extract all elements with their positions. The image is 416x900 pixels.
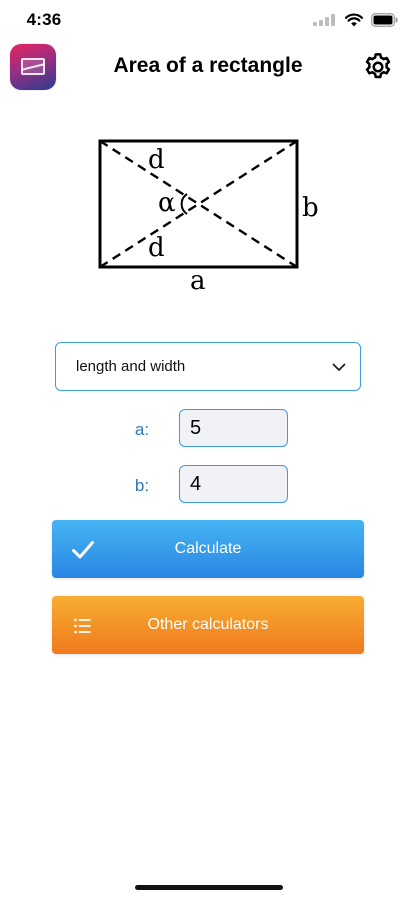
other-calculators-button-label: Other calculators <box>147 616 269 633</box>
status-time: 4:36 <box>26 10 62 29</box>
gear-icon <box>365 53 391 79</box>
status-icons <box>313 12 398 28</box>
side-a-field-label: a: <box>134 420 150 439</box>
calculate-button-label: Calculate <box>174 540 242 557</box>
rectangle-app-icon <box>10 44 56 90</box>
calculation-mode-value: length and width <box>76 358 186 375</box>
settings-button[interactable] <box>362 51 394 83</box>
screen: 4:36 Area of a rectangle d α d b a lengt… <box>0 0 416 900</box>
diagonal-label-bottom: d <box>148 233 165 263</box>
side-a-input[interactable] <box>179 409 288 447</box>
diagonal-label-top: d <box>148 145 165 175</box>
home-indicator[interactable] <box>135 885 283 890</box>
battery-icon <box>371 13 398 27</box>
chevron-down-icon <box>332 363 346 371</box>
rectangle-diagram: d α d b a <box>80 130 340 300</box>
side-b-field-label: b: <box>134 476 150 495</box>
side-a-label: a <box>190 266 206 296</box>
calculate-button[interactable]: Calculate <box>52 520 364 578</box>
side-b-label: b <box>302 193 319 223</box>
cellular-signal-icon <box>313 14 335 26</box>
other-calculators-button[interactable]: Other calculators <box>52 596 364 654</box>
angle-label: α <box>158 188 176 218</box>
page-title: Area of a rectangle <box>113 54 303 77</box>
calculation-mode-select[interactable]: length and width <box>55 342 361 391</box>
side-b-input[interactable] <box>179 465 288 503</box>
wifi-icon <box>345 13 363 27</box>
